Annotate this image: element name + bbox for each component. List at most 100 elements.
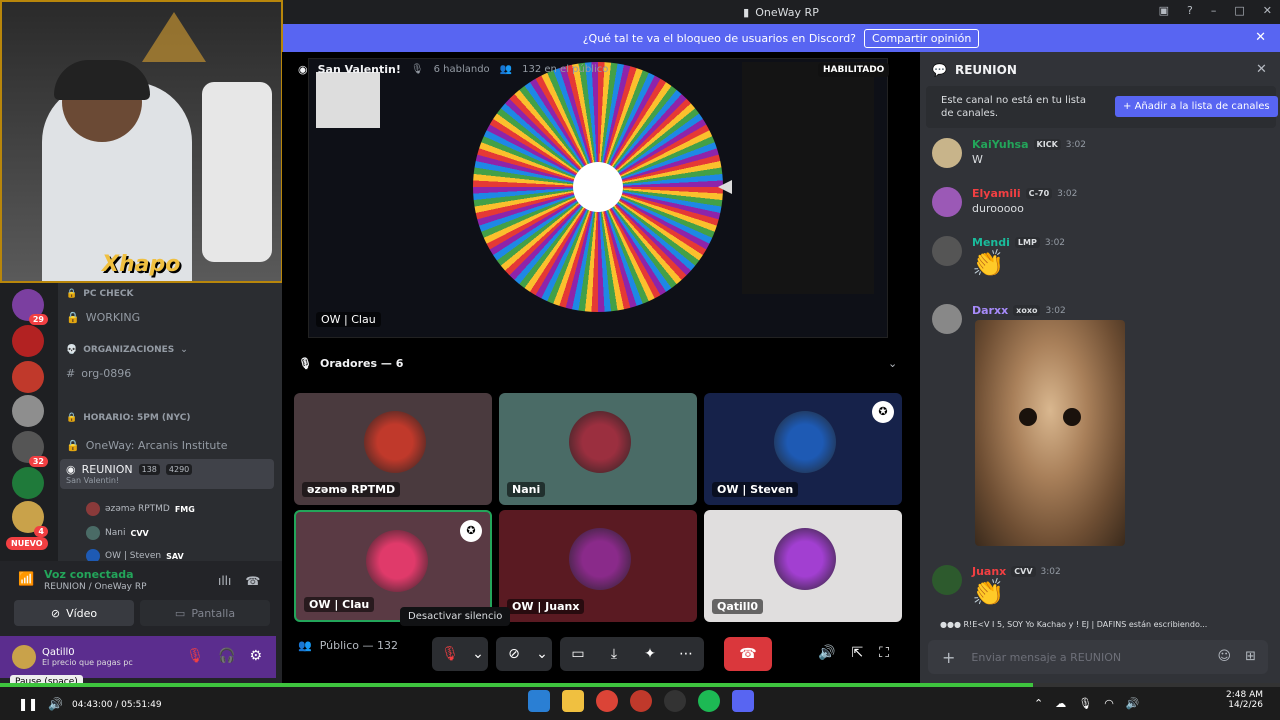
more-icon[interactable]: ⋯ [668,637,704,671]
avatar[interactable] [12,645,36,669]
category-organizaciones[interactable]: 💀 ORGANIZACIONES ⌄ [66,345,188,355]
channel-reunion[interactable]: ◉ REUNION 138 4290 San Valentin! [60,459,274,489]
headphones-icon[interactable]: 🎧 [218,648,235,664]
volume-icon[interactable]: 🔊 [48,697,63,711]
volume-icon[interactable]: 🔊 [1126,697,1140,710]
channel-org[interactable]: # org-0896 [66,367,131,380]
chrome-icon[interactable] [596,690,618,712]
message-author[interactable]: Darxx [972,304,1008,317]
avatar[interactable] [932,236,962,266]
avatar [569,411,631,473]
system-clock[interactable]: 2:48 AM 14/2/26 [1226,690,1263,710]
lock-icon: 🔒 [66,413,78,423]
app-icon[interactable] [630,690,652,712]
chat-icon: 💬 [932,63,947,77]
channel-arcanis[interactable]: 🔒 OneWay: Arcanis Institute [66,439,227,452]
new-badge[interactable]: NUEVO [6,537,48,550]
speaker-tile[interactable]: Nani [499,393,697,505]
volume-icon[interactable]: 🔊 [818,645,835,661]
leave-call-button[interactable]: ☎ [724,637,772,671]
video-button[interactable]: ⊘ Vídeo [14,600,134,626]
share-opinion-button[interactable]: Compartir opinión [864,28,980,48]
file-explorer-icon[interactable] [562,690,584,712]
gaming-chair [202,82,272,262]
inbox-icon[interactable]: ▣ [1159,4,1169,17]
activities-icon[interactable]: ✦ [632,637,668,671]
pause-icon[interactable]: ❚❚ [18,697,38,711]
move-to-audience-icon[interactable]: ⤓ [596,637,632,671]
voice-location[interactable]: REUNION / OneWay RP [44,582,147,592]
chevron-down-icon[interactable]: ⌄ [468,637,488,671]
server-icon[interactable] [12,395,44,427]
noise-suppression-icon[interactable]: ıllı [218,574,231,588]
spotify-icon[interactable] [698,690,720,712]
obs-icon[interactable] [664,690,686,712]
message-author[interactable]: Juanx [972,565,1006,578]
server-icon[interactable]: 32 [12,431,48,467]
close-icon[interactable]: ✕ [1256,62,1267,77]
channel-horario[interactable]: 🔒 HORARIO: 5PM (NYC) [66,413,190,423]
voice-status[interactable]: Voz conectada [44,568,134,581]
speaker-tile[interactable]: OW | Juanx [499,510,697,622]
apps-icon[interactable]: ⊞ [1245,649,1256,664]
channel-pc-check[interactable]: 🔒 PC CHECK [66,289,133,299]
mic-muted-icon[interactable]: 🎙 [186,648,204,664]
taskbar-apps [528,690,754,712]
message-time: 3:02 [1040,566,1061,577]
speakers-header[interactable]: 🎙 Oradores — 6 [298,357,403,370]
message-author[interactable]: Elyamili [972,187,1021,200]
camera-off-icon[interactable]: ⊘ [496,637,532,671]
message-author[interactable]: KaiYuhsa [972,138,1029,151]
voice-user[interactable]: Nani CVV [86,526,149,540]
chevron-up-icon[interactable]: ⌃ [1034,697,1043,710]
message-input[interactable]: + Enviar mensaje a REUNION ☺ ⊞ [928,640,1268,674]
discord-icon[interactable] [732,690,754,712]
mic-muted-icon[interactable]: 🎙 [432,637,468,671]
screen-share-button[interactable]: ▭ Pantalla [140,600,270,626]
server-icon[interactable] [12,325,44,357]
close-window-button[interactable]: ✕ [1263,4,1272,17]
server-icon[interactable] [12,467,44,499]
settings-icon[interactable]: ⚙ [249,648,262,664]
speaker-tile[interactable]: ✪ OW | Clau [294,510,492,622]
category-label: ORGANIZACIONES [83,345,175,355]
voice-user[interactable]: ǝzǝmǝ RPTMD FMG [86,502,195,516]
channel-working[interactable]: 🔒 WORKING [66,311,140,324]
plus-icon[interactable]: + [942,648,955,667]
help-icon[interactable]: ? [1187,4,1193,17]
windows-start-icon[interactable] [528,690,550,712]
fullscreen-icon[interactable]: ⛶ [879,645,889,661]
message-author[interactable]: Mendi [972,236,1010,249]
speaker-name: Qatill0 [712,599,763,614]
mic-icon[interactable]: 🎙 [1078,697,1092,710]
avatar[interactable] [932,138,962,168]
role-tag: LMP [1014,237,1040,248]
monkey-image[interactable] [975,320,1125,546]
emoji-icon[interactable]: ☺ [1218,649,1232,664]
avatar[interactable] [932,304,962,334]
speaker-tile[interactable]: ✪ OW | Steven [704,393,902,505]
add-channel-button[interactable]: + Añadir a la lista de canales [1115,96,1278,117]
maximize-button[interactable]: □ [1234,4,1244,17]
avatar[interactable] [932,565,962,595]
speaker-tile[interactable]: ǝzǝmǝ RPTMD [294,393,492,505]
minimize-button[interactable]: – [1211,4,1217,17]
disconnect-icon[interactable]: ☎ [245,574,260,588]
server-icon[interactable]: 29 [12,289,48,325]
monkey-eye [1063,408,1081,426]
username[interactable]: Qatill0 [42,647,133,658]
wifi-icon[interactable]: ◠ [1104,697,1114,710]
chevron-down-icon[interactable]: ⌄ [888,357,897,370]
server-icon[interactable]: 4 [12,501,48,537]
audience-section[interactable]: 👥 Público — 132 [298,639,398,652]
screen-share-icon[interactable]: ▭ [560,637,596,671]
player-time: 04:43:00 / 05:51:49 [72,700,162,710]
chevron-down-icon: ⌄ [180,345,188,355]
chevron-down-icon[interactable]: ⌄ [532,637,552,671]
cloud-icon[interactable]: ☁ [1055,697,1066,710]
avatar[interactable] [932,187,962,217]
speaker-tile[interactable]: Qatill0 [704,510,902,622]
popout-icon[interactable]: ⇱ [851,645,863,661]
close-icon[interactable]: ✕ [1255,30,1266,45]
server-icon[interactable] [12,361,44,393]
